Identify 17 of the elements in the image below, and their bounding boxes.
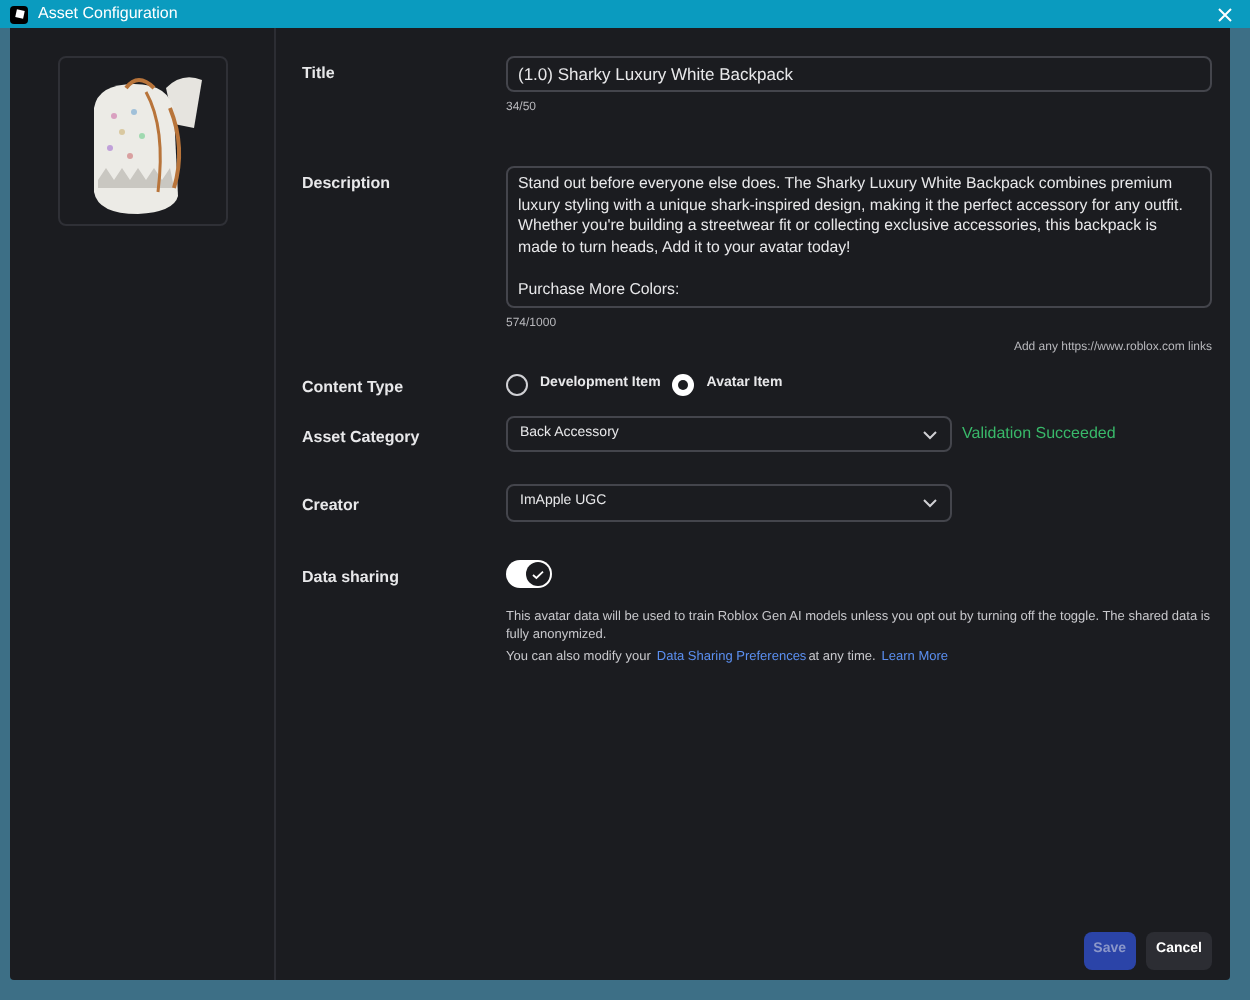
field-label: Content Type — [302, 376, 406, 400]
app-logo-icon — [10, 5, 28, 23]
field-label: Asset Category — [302, 425, 422, 449]
validation-status: Validation Succeeded — [962, 422, 1116, 446]
chevron-down-icon — [922, 498, 938, 508]
field-label: Title — [302, 62, 337, 86]
window-title: Asset Configuration — [38, 2, 180, 26]
chevron-down-icon — [922, 429, 938, 439]
field-label: Creator — [302, 494, 361, 518]
field-label: Data sharing — [302, 566, 401, 590]
radio-button[interactable] — [672, 374, 695, 396]
title-field[interactable]: (1.0) Sharky Luxury White Backpack — [506, 56, 1212, 92]
close-icon[interactable] — [1218, 7, 1232, 21]
field-label: Description — [302, 172, 393, 196]
toggle-switch[interactable] — [506, 560, 552, 588]
check-icon — [532, 569, 544, 579]
radio-button[interactable] — [506, 374, 528, 396]
